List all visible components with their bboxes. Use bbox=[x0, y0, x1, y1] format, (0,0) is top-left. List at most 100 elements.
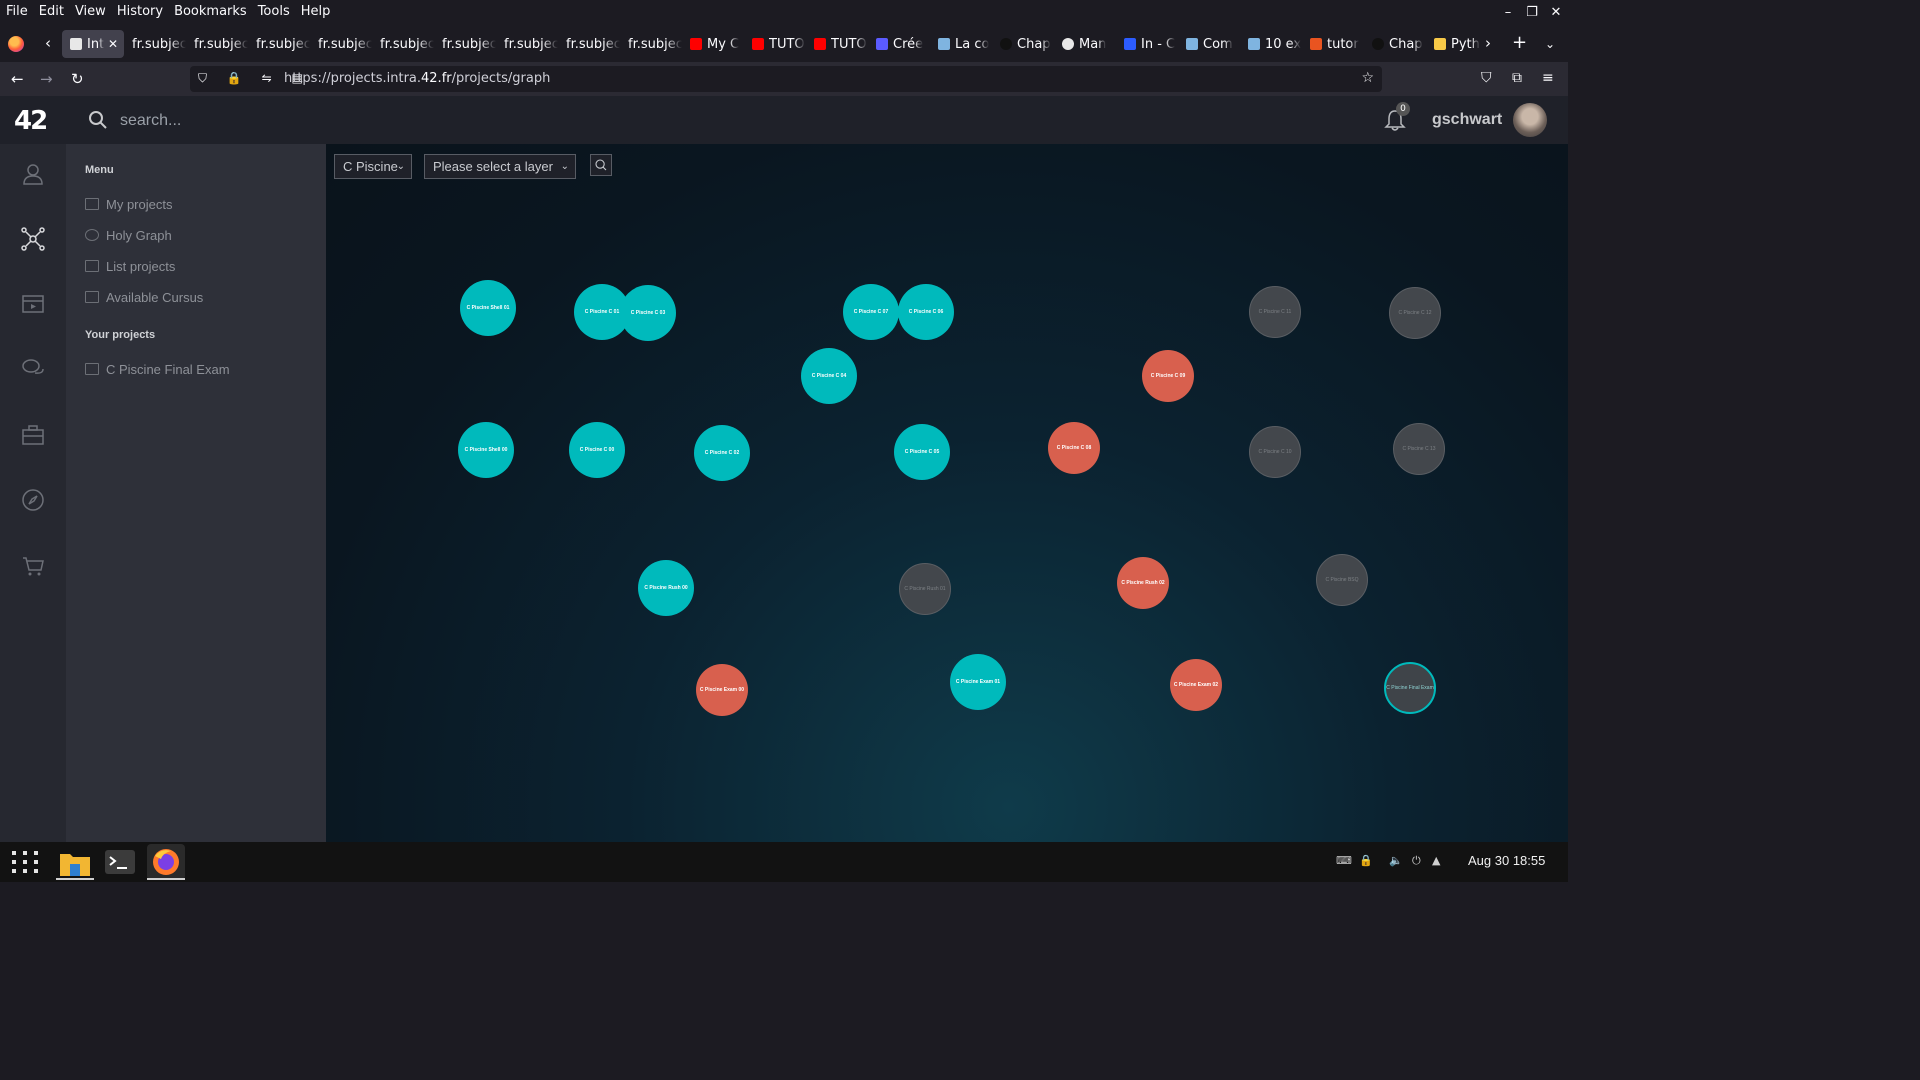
tab-12[interactable]: TUTO bbox=[806, 30, 868, 58]
tab-7[interactable]: fr.subjec bbox=[496, 30, 558, 58]
tab-list-icon[interactable]: ⌄ bbox=[1545, 37, 1555, 51]
tab-17[interactable]: In - C bbox=[1116, 30, 1178, 58]
lock-icon[interactable]: 🔒 bbox=[1359, 854, 1373, 867]
tab-22[interactable]: Pyth bbox=[1426, 30, 1488, 58]
search-input[interactable] bbox=[120, 108, 520, 134]
tab-9[interactable]: fr.subjec bbox=[620, 30, 682, 58]
project-node[interactable]: C Piscine C 13 bbox=[1393, 423, 1445, 475]
compass-icon[interactable] bbox=[21, 488, 45, 512]
tab-6[interactable]: fr.subjec bbox=[434, 30, 496, 58]
tab-5[interactable]: fr.subjec bbox=[372, 30, 434, 58]
menu-view[interactable]: View bbox=[69, 0, 111, 24]
menu-bookmarks[interactable]: Bookmarks bbox=[168, 0, 252, 24]
menu-edit[interactable]: Edit bbox=[33, 0, 69, 24]
tab-11[interactable]: TUTO bbox=[744, 30, 806, 58]
sidebar-item-holy-graph[interactable]: Holy Graph bbox=[85, 225, 172, 245]
url-text[interactable]: https://projects.intra.42.fr/projects/gr… bbox=[284, 71, 550, 86]
project-node[interactable]: C Piscine C 03 bbox=[620, 285, 676, 341]
tab-13[interactable]: Crée bbox=[868, 30, 930, 58]
tab-15[interactable]: Chap bbox=[992, 30, 1054, 58]
username[interactable]: gschwart bbox=[1432, 111, 1502, 129]
tab-2[interactable]: fr.subjec bbox=[186, 30, 248, 58]
project-node[interactable]: C Piscine Shell 01 bbox=[460, 280, 516, 336]
project-node[interactable]: C Piscine Exam 01 bbox=[950, 654, 1006, 710]
volume-icon[interactable]: 🔈 bbox=[1389, 854, 1403, 867]
project-node[interactable]: C Piscine Final Exam bbox=[1384, 662, 1436, 714]
sidebar-item-project[interactable]: C Piscine Final Exam bbox=[85, 359, 230, 379]
graph-search-button[interactable] bbox=[590, 154, 612, 176]
project-node[interactable]: C Piscine Exam 00 bbox=[696, 664, 748, 716]
file-manager-icon[interactable] bbox=[56, 844, 94, 880]
avatar[interactable] bbox=[1513, 103, 1547, 137]
menu-tools[interactable]: Tools bbox=[252, 0, 295, 24]
tab-19[interactable]: 10 ex bbox=[1240, 30, 1302, 58]
restore-icon[interactable]: ❐ bbox=[1520, 5, 1544, 20]
extensions-icon[interactable]: ⧉ bbox=[1512, 70, 1522, 86]
project-node[interactable]: C Piscine Rush 02 bbox=[1117, 557, 1169, 609]
tab-0[interactable]: Int ✕ bbox=[62, 30, 124, 58]
project-node[interactable]: C Piscine Rush 00 bbox=[638, 560, 694, 616]
project-node[interactable]: C Piscine C 00 bbox=[569, 422, 625, 478]
tab-close-icon[interactable]: ✕ bbox=[108, 37, 118, 51]
tab-20[interactable]: tutor bbox=[1302, 30, 1364, 58]
project-node[interactable]: C Piscine C 04 bbox=[801, 348, 857, 404]
project-node[interactable]: C Piscine Shell 00 bbox=[458, 422, 514, 478]
layer-select[interactable]: Please select a layer ⌄ bbox=[424, 154, 576, 179]
url-bar[interactable]: ⛉ 🔒 ⇋ ▤ https://projects.intra.42.fr/pro… bbox=[190, 66, 1382, 92]
reload-icon[interactable]: ↻ bbox=[71, 70, 84, 88]
graph-icon[interactable] bbox=[21, 227, 45, 251]
tabs-scroll-right-icon[interactable]: › bbox=[1485, 34, 1491, 52]
project-node[interactable]: C Piscine Rush 01 bbox=[899, 563, 951, 615]
forum-icon[interactable] bbox=[21, 357, 45, 381]
project-node[interactable]: C Piscine C 02 bbox=[694, 425, 750, 481]
intra-page: 42 0 gschwart bbox=[0, 96, 1568, 842]
menu-history[interactable]: History bbox=[111, 0, 168, 24]
companies-icon[interactable] bbox=[21, 423, 45, 447]
project-node[interactable]: C Piscine C 11 bbox=[1249, 286, 1301, 338]
project-node[interactable]: C Piscine C 07 bbox=[843, 284, 899, 340]
power-icon[interactable]: ⏻ bbox=[1412, 854, 1421, 868]
bookmark-star-icon[interactable]: ☆ bbox=[1361, 70, 1374, 86]
sidebar-item-available-cursus[interactable]: Available Cursus bbox=[85, 287, 203, 307]
project-node[interactable]: C Piscine C 06 bbox=[898, 284, 954, 340]
tabs-scroll-left-icon[interactable]: ‹ bbox=[45, 34, 51, 52]
project-node[interactable]: C Piscine C 09 bbox=[1142, 350, 1194, 402]
app-grid-icon[interactable] bbox=[11, 850, 39, 874]
tab-3[interactable]: fr.subjec bbox=[248, 30, 310, 58]
project-node[interactable]: C Piscine C 05 bbox=[894, 424, 950, 480]
profile-icon[interactable] bbox=[21, 162, 45, 186]
keyboard-icon[interactable]: ⌨ bbox=[1336, 854, 1352, 867]
menu-file[interactable]: File bbox=[0, 0, 33, 24]
project-node[interactable]: C Piscine C 12 bbox=[1389, 287, 1441, 339]
shop-icon[interactable] bbox=[21, 554, 45, 578]
new-tab-icon[interactable]: + bbox=[1512, 32, 1527, 53]
project-node[interactable]: C Piscine C 10 bbox=[1249, 426, 1301, 478]
project-node[interactable]: C Piscine C 08 bbox=[1048, 422, 1100, 474]
tab-14[interactable]: La co bbox=[930, 30, 992, 58]
sidebar-item-list-projects[interactable]: List projects bbox=[85, 256, 175, 276]
tab-1[interactable]: fr.subjec bbox=[124, 30, 186, 58]
tab-4[interactable]: fr.subjec bbox=[310, 30, 372, 58]
close-icon[interactable]: ✕ bbox=[1544, 5, 1568, 20]
sidebar-item-my-projects[interactable]: My projects bbox=[85, 194, 172, 214]
cursus-select[interactable]: C Piscine ⌄ bbox=[334, 154, 412, 179]
firefox-icon[interactable] bbox=[8, 36, 24, 52]
elearning-icon[interactable] bbox=[21, 292, 45, 316]
logo-42[interactable]: 42 bbox=[14, 106, 48, 136]
tray-expand-icon[interactable]: ▲ bbox=[1432, 854, 1440, 867]
back-icon[interactable]: ← bbox=[11, 70, 24, 88]
firefox-taskbar-icon[interactable] bbox=[147, 844, 185, 880]
pocket-icon[interactable]: ⛉ bbox=[1481, 70, 1492, 86]
project-node[interactable]: C Piscine BSQ bbox=[1316, 554, 1368, 606]
minimize-icon[interactable]: – bbox=[1496, 5, 1520, 20]
app-menu-icon[interactable]: ≡ bbox=[1542, 70, 1554, 86]
tab-21[interactable]: Chap bbox=[1364, 30, 1426, 58]
tab-18[interactable]: Com bbox=[1178, 30, 1240, 58]
project-node[interactable]: C Piscine Exam 02 bbox=[1170, 659, 1222, 711]
terminal-icon[interactable] bbox=[101, 844, 139, 880]
tab-16[interactable]: Man bbox=[1054, 30, 1116, 58]
tab-10[interactable]: My C bbox=[682, 30, 744, 58]
forward-icon[interactable]: → bbox=[40, 70, 53, 88]
menu-help[interactable]: Help bbox=[295, 0, 336, 24]
tab-8[interactable]: fr.subjec bbox=[558, 30, 620, 58]
